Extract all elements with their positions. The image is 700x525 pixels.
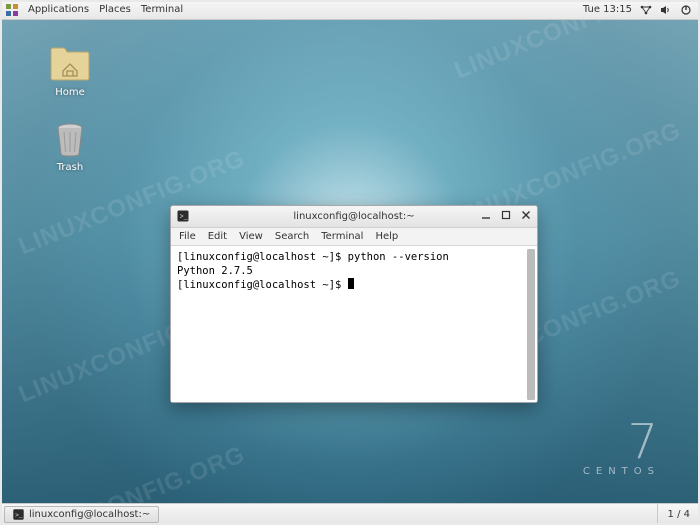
trash-icon[interactable]: Trash [40,120,100,173]
menu-file[interactable]: File [179,231,196,242]
os-version: 7 [583,421,660,464]
window-titlebar[interactable]: >_ linuxconfig@localhost:~ [171,206,537,228]
trash-label: Trash [40,162,100,173]
menu-terminal-win[interactable]: Terminal [321,231,363,242]
close-button[interactable] [519,208,533,222]
window-title: linuxconfig@localhost:~ [293,211,414,222]
network-icon[interactable] [640,4,652,16]
terminal-icon: >_ [13,509,24,520]
terminal-cursor [348,278,354,289]
os-branding: 7 CENTOS [583,421,660,477]
bottom-panel: >_ linuxconfig@localhost:~ 1 / 4 [0,503,700,525]
minimize-button[interactable] [479,208,493,222]
menu-view[interactable]: View [239,231,263,242]
svg-text:>_: >_ [15,512,23,519]
os-name: CENTOS [583,466,660,477]
terminal-line: [linuxconfig@localhost ~]$ [177,278,531,293]
workspace-indicator[interactable]: 1 / 4 [657,504,700,525]
menu-terminal[interactable]: Terminal [141,4,183,15]
menu-help[interactable]: Help [375,231,398,242]
volume-icon[interactable] [660,4,672,16]
menu-places[interactable]: Places [99,4,131,15]
system-icon [6,4,18,16]
home-folder-icon[interactable]: Home [40,45,100,98]
scrollbar[interactable] [527,249,535,400]
clock[interactable]: Tue 13:15 [583,4,632,15]
terminal-area[interactable]: [linuxconfig@localhost ~]$ python --vers… [171,246,537,402]
window-menubar: File Edit View Search Terminal Help [171,228,537,246]
terminal-window: >_ linuxconfig@localhost:~ File Edit Vie… [170,205,538,403]
menu-applications[interactable]: Applications [28,4,89,15]
top-panel: Applications Places Terminal Tue 13:15 [0,0,700,20]
terminal-line: [linuxconfig@localhost ~]$ python --vers… [177,251,531,265]
menu-search[interactable]: Search [275,231,309,242]
taskbar-entry-label: linuxconfig@localhost:~ [29,509,150,520]
terminal-line: Python 2.7.5 [177,265,531,279]
menu-edit[interactable]: Edit [208,231,227,242]
power-icon[interactable] [680,4,692,16]
desktop-background: LINUXCONFIG.ORGLINUXCONFIG.ORG LINUXCONF… [0,0,700,525]
taskbar-entry-terminal[interactable]: >_ linuxconfig@localhost:~ [4,506,159,523]
svg-text:>_: >_ [180,214,189,222]
home-folder-label: Home [40,87,100,98]
terminal-icon: >_ [177,210,189,222]
maximize-button[interactable] [499,208,513,222]
desktop-icons: Home Trash [40,45,100,195]
